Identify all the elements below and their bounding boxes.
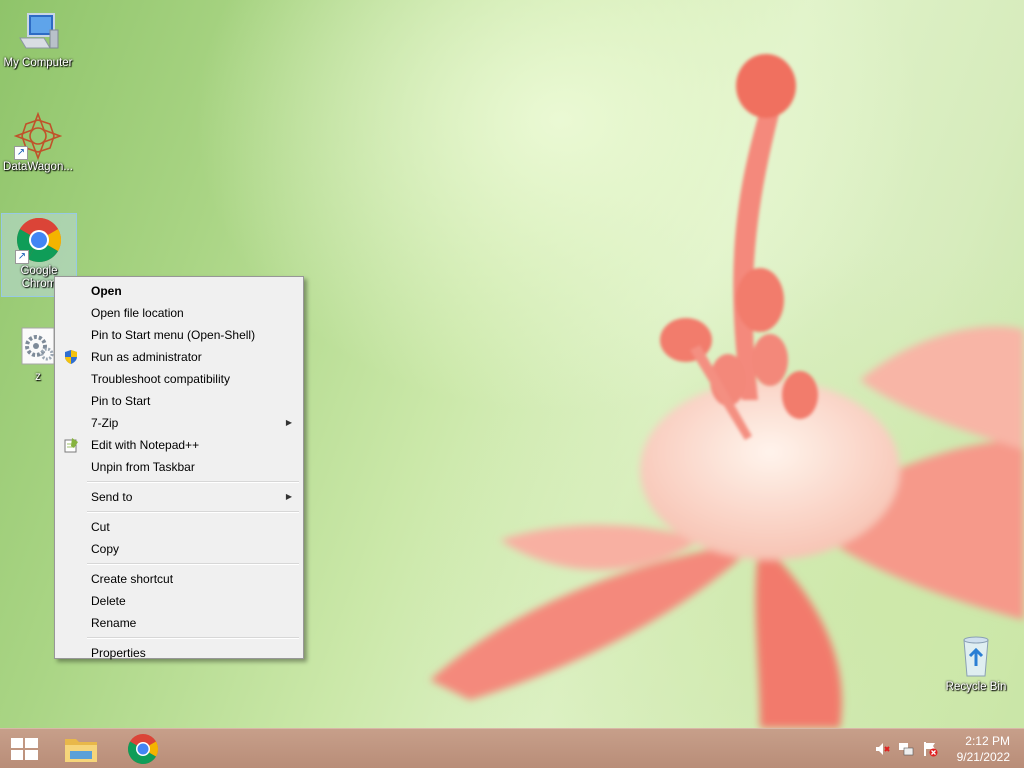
network-icon[interactable] — [898, 741, 914, 757]
menu-item-label: Pin to Start — [91, 394, 151, 408]
computer-icon — [14, 8, 62, 56]
menu-item-label: Send to — [91, 490, 133, 504]
start-icon — [11, 738, 38, 760]
menu-item-label: Delete — [91, 594, 126, 608]
menu-item-properties[interactable]: Properties — [57, 642, 301, 664]
taskbar: 2:12 PM 9/21/2022 — [0, 728, 1024, 768]
taskbar-chrome-button[interactable] — [118, 729, 168, 768]
menu-item-label: Pin to Start menu (Open-Shell) — [91, 328, 256, 342]
shortcut-arrow-icon: ↗ — [14, 146, 28, 160]
datawagon-icon: ↗ — [13, 111, 63, 161]
chrome-icon — [127, 734, 159, 765]
menu-item-rename[interactable]: Rename — [57, 612, 301, 634]
recycle-bin-icon — [952, 632, 1000, 680]
menu-separator — [87, 481, 299, 483]
desktop[interactable]: My Computer ↗ DataWagon... ↗ Google Chro… — [0, 0, 1024, 768]
chrome-icon: ↗ — [15, 216, 63, 264]
menu-item-label: 7-Zip — [91, 416, 119, 430]
start-button[interactable] — [0, 729, 50, 768]
menu-item-run-as-administrator[interactable]: Run as administrator — [57, 346, 301, 368]
action-center-icon[interactable] — [922, 741, 938, 757]
volume-muted-icon[interactable] — [874, 741, 890, 757]
desktop-icon-my-computer[interactable]: My Computer — [0, 6, 76, 70]
menu-item-label: Unpin from Taskbar — [91, 460, 195, 474]
menu-item-label: Copy — [91, 542, 120, 556]
desktop-icon-label: My Computer — [3, 57, 73, 69]
menu-item-cut[interactable]: Cut — [57, 516, 301, 538]
shortcut-arrow-icon: ↗ — [15, 250, 29, 264]
menu-separator — [87, 563, 299, 565]
menu-item-open[interactable]: Open — [57, 280, 301, 302]
menu-item-label: Rename — [91, 616, 137, 630]
menu-item-unpin-from-taskbar[interactable]: Unpin from Taskbar — [57, 456, 301, 478]
clock-time: 2:12 PM — [965, 734, 1010, 748]
menu-item-create-shortcut[interactable]: Create shortcut — [57, 568, 301, 590]
desktop-icon-label: DataWagon... — [3, 161, 73, 173]
menu-item-delete[interactable]: Delete — [57, 590, 301, 612]
desktop-icon-recycle-bin[interactable]: Recycle Bin — [938, 630, 1014, 694]
menu-item-troubleshoot-compatibility[interactable]: Troubleshoot compatibility — [57, 368, 301, 390]
desktop-icon-datawagon[interactable]: ↗ DataWagon... — [0, 110, 76, 174]
menu-item-edit-with-notepadpp[interactable]: Edit with Notepad++ — [57, 434, 301, 456]
submenu-arrow-icon: ▶ — [285, 418, 292, 427]
menu-item-label: Create shortcut — [91, 572, 174, 586]
notepadpp-icon — [63, 437, 79, 453]
menu-separator — [87, 511, 299, 513]
menu-item-label: Properties — [91, 646, 146, 660]
desktop-icon-label: Recycle Bin — [945, 681, 1007, 693]
menu-item-7-zip[interactable]: 7-Zip ▶ — [57, 412, 301, 434]
menu-item-label: Cut — [91, 520, 110, 534]
menu-separator — [87, 637, 299, 639]
taskbar-clock[interactable]: 2:12 PM 9/21/2022 — [940, 733, 1010, 765]
menu-item-label: Edit with Notepad++ — [91, 438, 200, 452]
clock-date: 9/21/2022 — [956, 750, 1010, 764]
menu-item-pin-to-start-menu-open-shell[interactable]: Pin to Start menu (Open-Shell) — [57, 324, 301, 346]
menu-item-label: Run as administrator — [91, 350, 202, 364]
submenu-arrow-icon: ▶ — [285, 492, 292, 501]
taskbar-file-explorer-button[interactable] — [56, 729, 106, 768]
menu-item-label: Open — [91, 284, 122, 298]
context-menu: Open Open file location Pin to Start men… — [54, 276, 304, 660]
menu-item-copy[interactable]: Copy — [57, 538, 301, 560]
menu-item-label: Troubleshoot compatibility — [91, 372, 230, 386]
menu-item-pin-to-start[interactable]: Pin to Start — [57, 390, 301, 412]
uac-shield-icon — [63, 349, 79, 365]
menu-item-send-to[interactable]: Send to ▶ — [57, 486, 301, 508]
file-explorer-icon — [65, 739, 97, 762]
menu-item-open-file-location[interactable]: Open file location — [57, 302, 301, 324]
menu-item-label: Open file location — [91, 306, 184, 320]
